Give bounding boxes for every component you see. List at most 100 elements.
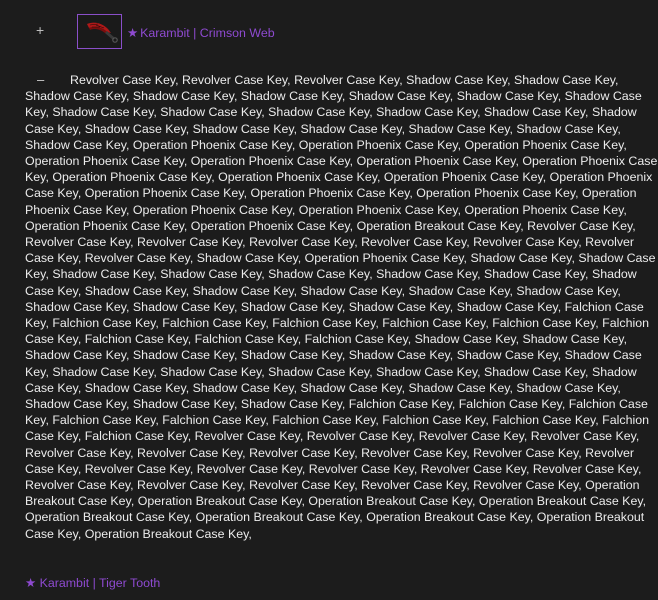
key-item: Falchion Case Key [84, 332, 188, 347]
key-item: Shadow Case Key [484, 267, 586, 282]
key-item: Operation Phoenix Case Key [356, 154, 516, 169]
key-item: Shadow Case Key [376, 105, 478, 120]
key-item: Operation Phoenix Case Key [84, 186, 244, 201]
key-item: Operation Breakout Case Key [356, 218, 521, 233]
key-item: Shadow Case Key [240, 348, 342, 363]
key-item: Shadow Case Key [132, 299, 234, 314]
key-item: Operation Phoenix Case Key [25, 154, 184, 169]
item-name: Karambit | Tiger Tooth [39, 576, 161, 590]
key-item: Shadow Case Key [25, 348, 127, 363]
key-item: Revolver Case Key [420, 461, 526, 476]
key-item: Operation Phoenix Case Key [464, 137, 624, 152]
key-item: Shadow Case Key [484, 364, 586, 379]
key-item: Revolver Case Key [84, 461, 190, 476]
key-item: Revolver Case Key [194, 429, 300, 444]
key-item: Shadow Case Key [52, 105, 154, 120]
key-item: Shadow Case Key [160, 267, 262, 282]
key-item: Revolver Case Key [473, 478, 579, 493]
key-item: Operation Phoenix Case Key [132, 202, 292, 217]
key-item: Revolver Case Key [137, 235, 243, 250]
key-item: Falchion Case Key [304, 332, 408, 347]
key-item: Falchion Case Key [162, 413, 266, 428]
keys-list: Revolver Case Key, Revolver Case Key, Re… [25, 73, 658, 541]
item-link-karambit-crimson-web[interactable]: ★ Karambit | Crimson Web [127, 25, 275, 40]
key-item: Shadow Case Key [52, 267, 154, 282]
item-link-karambit-tiger-tooth[interactable]: ★ Karambit | Tiger Tooth [25, 575, 160, 590]
key-item: Shadow Case Key [52, 364, 154, 379]
key-item: Falchion Case Key [348, 397, 452, 412]
expand-icon[interactable]: + [36, 23, 48, 37]
key-item: Falchion Case Key [272, 316, 376, 331]
key-item: Revolver Case Key [249, 445, 355, 460]
key-item: Shadow Case Key [84, 380, 186, 395]
key-item: Shadow Case Key [268, 364, 370, 379]
key-item: Revolver Case Key [532, 461, 638, 476]
key-item: Falchion Case Key [458, 397, 562, 412]
key-item: Operation Phoenix Case Key [298, 137, 458, 152]
key-item: Falchion Case Key [272, 413, 376, 428]
key-item: Operation Phoenix Case Key [190, 218, 350, 233]
key-item: Shadow Case Key [240, 299, 342, 314]
key-item: Shadow Case Key [268, 267, 370, 282]
key-item: Operation Phoenix Case Key [190, 154, 350, 169]
key-item: Revolver Case Key [361, 235, 467, 250]
key-item: Shadow Case Key [84, 283, 186, 298]
key-item: Shadow Case Key [240, 397, 342, 412]
key-item: Shadow Case Key [516, 380, 618, 395]
key-item: Revolver Case Key [182, 73, 288, 87]
star-icon: ★ [25, 576, 37, 590]
key-item: Revolver Case Key [418, 429, 524, 444]
key-item: Shadow Case Key [516, 121, 618, 136]
key-item: Shadow Case Key [84, 121, 186, 136]
key-item: Revolver Case Key [308, 461, 414, 476]
karambit-knife-icon[interactable] [77, 14, 122, 49]
key-item: Shadow Case Key [25, 137, 127, 152]
key-item: Revolver Case Key [530, 429, 636, 444]
key-item: Operation Phoenix Case Key [25, 218, 184, 233]
star-icon: ★ [127, 26, 139, 40]
key-item: Shadow Case Key [192, 380, 294, 395]
key-item: Falchion Case Key [492, 316, 596, 331]
key-item: Shadow Case Key [408, 283, 510, 298]
item-name: Karambit | Crimson Web [140, 26, 275, 40]
key-item: Shadow Case Key [300, 283, 402, 298]
key-item: Revolver Case Key [25, 445, 131, 460]
key-item: Falchion Case Key [382, 413, 486, 428]
key-item: Revolver Case Key [196, 461, 302, 476]
key-item: Shadow Case Key [514, 73, 616, 87]
key-item: Revolver Case Key [361, 478, 467, 493]
key-item: Shadow Case Key [348, 299, 450, 314]
key-item: Shadow Case Key [348, 89, 450, 104]
key-item: Shadow Case Key [408, 380, 510, 395]
key-item: Operation Breakout Case Key [84, 526, 249, 541]
key-item: Shadow Case Key [25, 299, 127, 314]
key-item: Shadow Case Key [25, 89, 127, 104]
key-item: Revolver Case Key [249, 478, 355, 493]
key-item: Operation Phoenix Case Key [132, 137, 292, 152]
key-item: Shadow Case Key [240, 89, 342, 104]
key-item: Operation Phoenix Case Key [464, 202, 624, 217]
key-item: Revolver Case Key [25, 478, 131, 493]
key-item: Shadow Case Key [196, 251, 298, 266]
key-item: Shadow Case Key [376, 267, 478, 282]
key-item: Shadow Case Key [132, 348, 234, 363]
key-item: Falchion Case Key [84, 429, 188, 444]
key-item: Shadow Case Key [160, 105, 262, 120]
key-item: Shadow Case Key [414, 332, 516, 347]
key-item: Revolver Case Key [137, 445, 243, 460]
key-item: Shadow Case Key [456, 348, 558, 363]
key-item: Revolver Case Key [306, 429, 412, 444]
key-item: Operation Phoenix Case Key [298, 202, 458, 217]
key-item: Shadow Case Key [192, 283, 294, 298]
key-item: Shadow Case Key [192, 121, 294, 136]
key-item: Shadow Case Key [456, 299, 558, 314]
key-item: Shadow Case Key [484, 105, 586, 120]
key-item: Revolver Case Key [25, 235, 131, 250]
key-item: Revolver Case Key [361, 445, 467, 460]
key-item: Falchion Case Key [382, 316, 486, 331]
key-item: Operation Phoenix Case Key [52, 170, 212, 185]
key-item: Revolver Case Key [527, 218, 633, 233]
key-item: Shadow Case Key [376, 364, 478, 379]
key-item: Operation Breakout Case Key [137, 494, 302, 509]
key-item: Shadow Case Key [300, 121, 402, 136]
